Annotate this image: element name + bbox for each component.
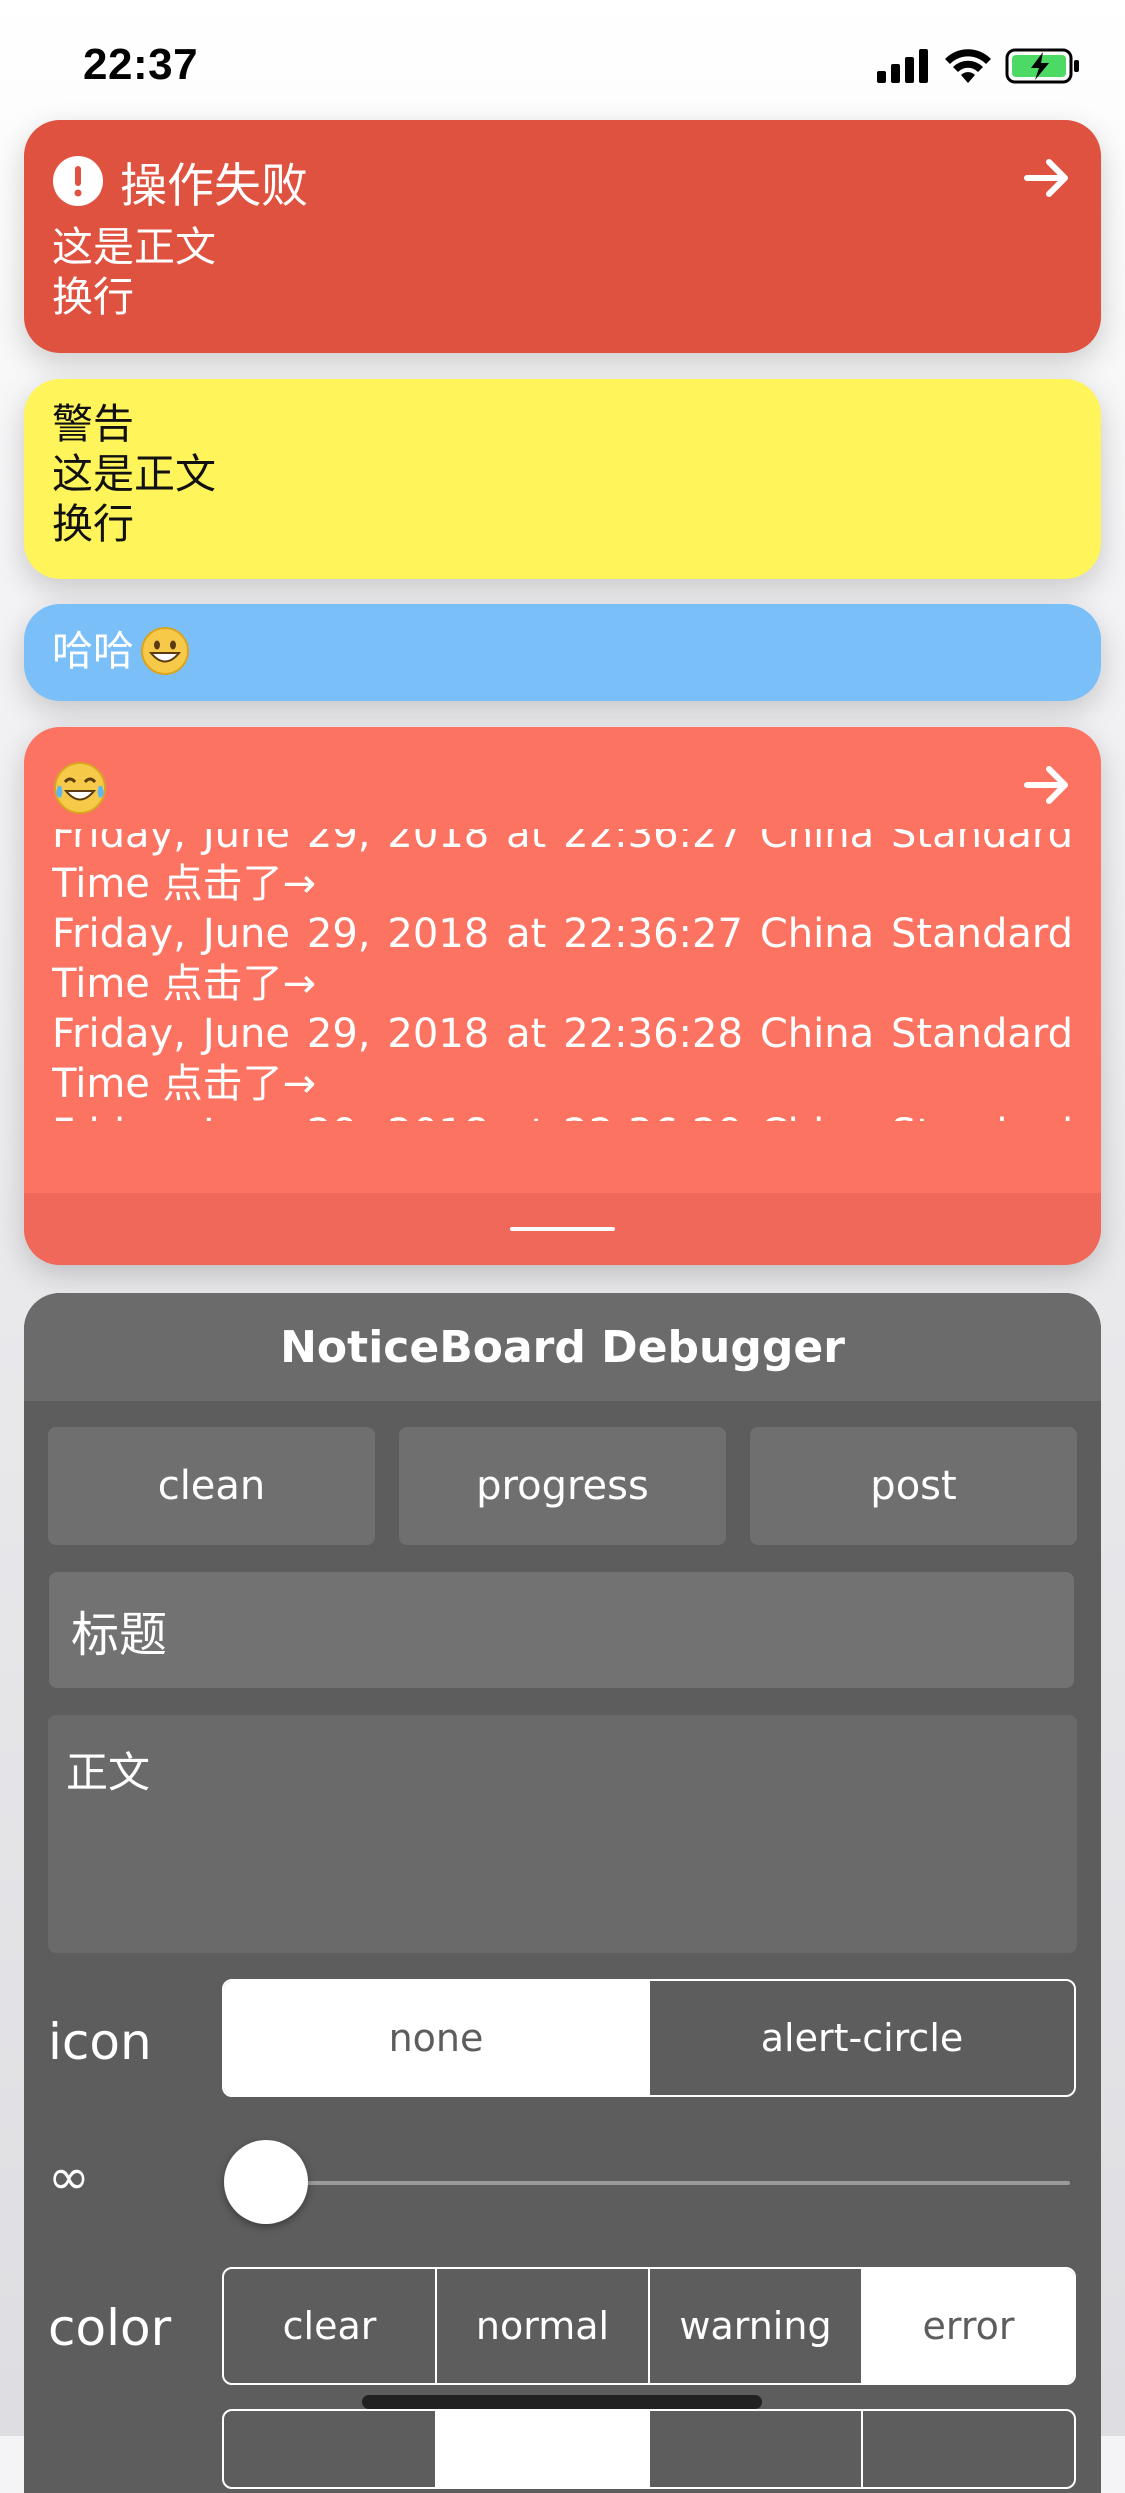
segment-option[interactable] bbox=[224, 2411, 435, 2487]
action-button-row: clean progress post bbox=[48, 1427, 1077, 1545]
tears-of-joy-face-icon bbox=[54, 762, 106, 814]
error-notice[interactable]: 操作失败 这是正文 换行 bbox=[24, 120, 1101, 353]
arrow-right-icon[interactable] bbox=[1021, 152, 1073, 204]
clean-button[interactable]: clean bbox=[48, 1427, 375, 1545]
status-bar: 22:37 bbox=[0, 0, 1125, 130]
color-row-label: color bbox=[48, 2299, 172, 2357]
error-notice-header: 操作失败 bbox=[52, 148, 1073, 214]
color-option-warning[interactable]: warning bbox=[648, 2269, 861, 2383]
log-notice-footer bbox=[24, 1193, 1101, 1265]
log-line: Friday, June 29, 2018 at 22:36:28 China … bbox=[52, 1011, 1073, 1107]
icon-option-none[interactable]: none bbox=[224, 1981, 648, 2095]
icon-segmented-control[interactable]: none alert-circle bbox=[222, 1979, 1076, 2097]
info-notice-text: 哈哈 bbox=[52, 627, 134, 675]
duration-slider-track[interactable] bbox=[270, 2181, 1070, 2185]
post-button[interactable]: post bbox=[750, 1427, 1077, 1545]
debugger-title: NoticeBoard Debugger bbox=[280, 1321, 845, 1373]
duration-row-label: ∞ bbox=[48, 2148, 90, 2206]
info-notice[interactable]: 哈哈 bbox=[24, 604, 1101, 701]
color-segmented-control[interactable]: clear normal warning error bbox=[222, 2267, 1076, 2385]
home-indicator[interactable] bbox=[362, 2395, 762, 2409]
error-notice-body: 这是正文 换行 bbox=[52, 223, 216, 321]
status-time: 22:37 bbox=[83, 40, 199, 89]
arrow-right-icon[interactable] bbox=[1021, 759, 1073, 811]
segment-option[interactable] bbox=[648, 2411, 861, 2487]
error-notice-title: 操作失败 bbox=[120, 158, 308, 214]
log-notice[interactable]: Friday, June 29, 2018 at 22:36:27 China … bbox=[24, 727, 1101, 1265]
title-input[interactable]: 标题 bbox=[49, 1572, 1074, 1688]
segment-option[interactable] bbox=[861, 2411, 1074, 2487]
log-line: Friday, June 29, 2018 at 22:36:27 China … bbox=[52, 829, 1073, 907]
warning-notice-body: 警告 这是正文 换行 bbox=[52, 400, 216, 548]
body-input[interactable]: 正文 bbox=[48, 1715, 1077, 1953]
cellular-signal-icon bbox=[877, 49, 928, 83]
progress-button[interactable]: progress bbox=[399, 1427, 726, 1545]
log-list: Friday, June 29, 2018 at 22:36:27 China … bbox=[52, 829, 1073, 1121]
info-notice-body-row: 哈哈 bbox=[52, 626, 190, 676]
log-line: Friday, June 29, 2018 at 22:36:29 China … bbox=[52, 1109, 1073, 1121]
log-line: Friday, June 29, 2018 at 22:36:27 China … bbox=[52, 911, 1073, 1007]
icon-row-label: icon bbox=[48, 2013, 152, 2071]
alert-circle-icon bbox=[53, 156, 103, 206]
color-option-error[interactable]: error bbox=[861, 2269, 1074, 2383]
log-scroll-area[interactable]: Friday, June 29, 2018 at 22:36:27 China … bbox=[52, 829, 1073, 1121]
segment-option[interactable] bbox=[435, 2411, 648, 2487]
warning-notice[interactable]: 警告 这是正文 换行 bbox=[24, 379, 1101, 579]
battery-charging-icon bbox=[1005, 48, 1079, 84]
color-option-normal[interactable]: normal bbox=[435, 2269, 648, 2383]
color-option-clear[interactable]: clear bbox=[224, 2269, 435, 2383]
debugger-header: NoticeBoard Debugger bbox=[24, 1293, 1101, 1401]
icon-option-alert-circle[interactable]: alert-circle bbox=[648, 1981, 1074, 2095]
drag-handle[interactable] bbox=[510, 1227, 615, 1231]
debugger-panel: NoticeBoard Debugger clean progress post… bbox=[24, 1293, 1101, 2493]
wifi-icon bbox=[945, 49, 991, 83]
next-segmented-control[interactable] bbox=[222, 2409, 1076, 2489]
log-notice-header bbox=[52, 755, 1073, 821]
grinning-face-icon bbox=[141, 627, 189, 675]
status-icons bbox=[877, 48, 1081, 84]
duration-slider-thumb[interactable] bbox=[224, 2140, 308, 2224]
